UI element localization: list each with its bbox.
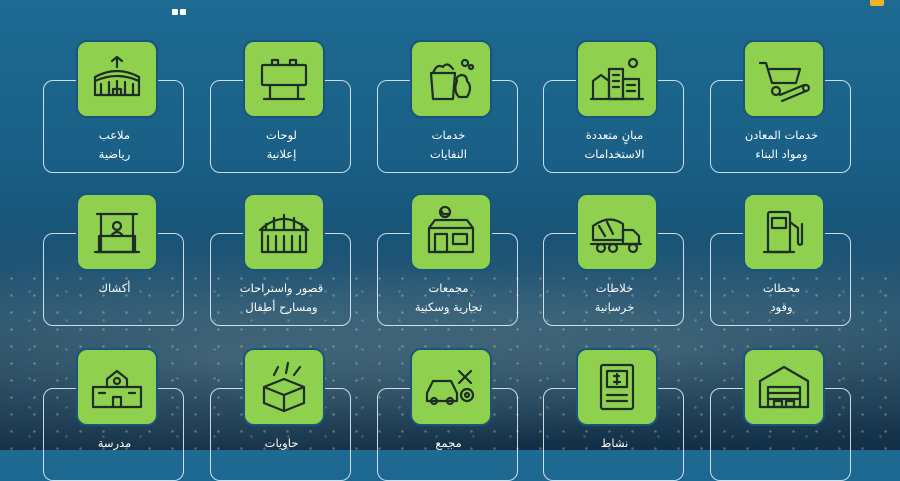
tile-metals-building-materials: خدمات المعادن ومواد البناء: [710, 42, 855, 173]
tile-label-line1: ملاعب: [98, 128, 131, 142]
tile-label-line2: وقود: [770, 300, 793, 314]
tile-label-line1: مجمعات: [428, 281, 469, 295]
kiosk-icon: [78, 195, 156, 269]
tile-label-line1: لوحات: [266, 128, 297, 142]
tile-activity: نشاط: [543, 350, 688, 481]
hall-icon: [245, 195, 323, 269]
tile-label-line1: قصور واستراحات: [239, 281, 324, 295]
tile-kiosks: أكشاك: [43, 195, 188, 326]
tile-multi-use-buildings: مبانٍ متعددة الاستخدامات: [543, 42, 688, 173]
warehouse-icon: [745, 350, 823, 424]
tile-label-line2: رياضية: [98, 147, 131, 161]
stadium-icon: [78, 42, 156, 116]
tile-label-line2: ومسارح أطفال: [245, 300, 318, 314]
tile-label-line1: مدرسة: [97, 436, 132, 450]
tile-warehouses: [710, 350, 855, 481]
tile-containers: حاويات: [210, 350, 355, 481]
logo-fragment: [172, 0, 194, 15]
tile-commercial-residential: مجمعات تجارية وسكنية: [377, 195, 522, 326]
wheelbarrow-icon: [745, 42, 823, 116]
tile-label-line1: مبانٍ متعددة: [585, 128, 644, 142]
fuel-pump-icon: [745, 195, 823, 269]
school-icon: [78, 350, 156, 424]
mixer-truck-icon: [578, 195, 656, 269]
waste-icon: [412, 42, 490, 116]
tile-waste-services: خدمات النفايات: [377, 42, 522, 173]
tile-label-line2: إعلانية: [266, 147, 297, 161]
buildings-icon: [578, 42, 656, 116]
tile-halls-kids-theaters: قصور واستراحات ومسارح أطفال: [210, 195, 355, 326]
store-icon: [412, 195, 490, 269]
tile-fuel-stations: محطات وقود: [710, 195, 855, 326]
tile-label-line1: خدمات: [431, 128, 466, 142]
tile-label-line1: مجمع: [435, 436, 462, 450]
car-service-icon: [412, 350, 490, 424]
tile-label-line1: خلاطات: [595, 281, 634, 295]
tile-label-line2: النفايات: [429, 147, 468, 161]
tile-stadiums: ملاعب رياضية: [43, 42, 188, 173]
tile-label-line2: تجارية وسكنية: [414, 300, 483, 314]
tile-label-line1: حاويات: [264, 436, 299, 450]
tile-label-line2: الاستخدامات: [584, 147, 645, 161]
tile-label-line2: ومواد البناء: [755, 147, 808, 161]
tile-label-line1: خدمات المعادن: [744, 128, 819, 142]
tile-label-line1: محطات: [762, 281, 801, 295]
tile-billboards: لوحات إعلانية: [210, 42, 355, 173]
tile-label-line2: خرسانية: [594, 300, 635, 314]
box-icon: [245, 350, 323, 424]
corner-badge: [870, 0, 884, 6]
tile-complex: مجمع: [377, 350, 522, 481]
tile-concrete-mixers: خلاطات خرسانية: [543, 195, 688, 326]
billboard-icon: [245, 42, 323, 116]
tile-school: مدرسة: [43, 350, 188, 481]
atm-icon: [578, 350, 656, 424]
tile-label-line1: نشاط: [600, 436, 629, 450]
tile-label-line1: أكشاك: [98, 281, 131, 295]
